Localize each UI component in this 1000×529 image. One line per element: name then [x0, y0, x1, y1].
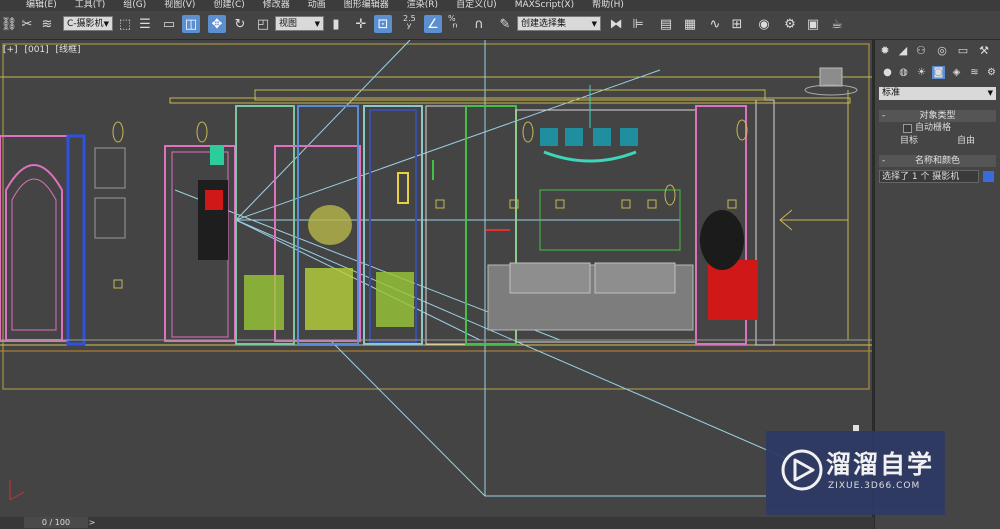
name-color-rollout: - 名称和颜色 选择了 1 个 摄影机 [879, 155, 996, 183]
menu-tools[interactable]: 工具(T) [75, 0, 106, 11]
ribbon-icon[interactable]: ▦ [681, 15, 699, 33]
autogrid-checkbox[interactable] [903, 124, 912, 133]
menu-graph-editors[interactable]: 图形编辑器 [344, 0, 389, 11]
rendered-frame-window-icon[interactable]: ▣ [804, 15, 822, 33]
reference-coordinate-dropdown[interactable]: 视图 ▼ [275, 16, 324, 31]
systems-icon[interactable]: ⚙ [985, 66, 998, 79]
watermark-url: ZIXUE.3D66.COM [828, 481, 921, 491]
main-toolbar: ⛓ ✂ ≋ C-摄影机 ▼ ⬚ ☰ ▭ ◫ ✥ ↻ ◰ 视图 ▼ ▮ ✛ ⊡ 2.5… [0, 11, 1000, 40]
geometry-icon[interactable]: ● [881, 66, 894, 79]
wireframe-scene [0, 40, 872, 501]
cameras-icon[interactable]: ◙ [932, 66, 945, 79]
object-color-swatch[interactable] [983, 171, 994, 182]
menu-animation[interactable]: 动画 [308, 0, 326, 11]
space-warps-icon[interactable]: ≋ [968, 66, 981, 79]
play-logo-icon [781, 449, 823, 491]
select-scale-icon[interactable]: ◰ [254, 15, 272, 33]
align-icon[interactable]: ⊫ [629, 15, 647, 33]
command-panel-tabs: ✹ ◢ ⚇ ◎ ▭ ⚒ [875, 40, 1000, 60]
object-type-rollout: - 对象类型 自动栅格 目标 自由 [879, 110, 996, 148]
category-dropdown[interactable]: 标准 ▼ [879, 87, 996, 100]
menu-maxscript[interactable]: MAXScript(X) [515, 0, 574, 11]
menu-create[interactable]: 创建(C) [213, 0, 244, 11]
hierarchy-tab-icon[interactable]: ⚇ [914, 43, 928, 57]
render-setup-icon[interactable]: ⚙ [781, 15, 799, 33]
object-name-input[interactable]: 选择了 1 个 摄影机 [879, 170, 979, 183]
menu-bar: 编辑(E) 工具(T) 组(G) 视图(V) 创建(C) 修改器 动画 图形编辑… [0, 0, 1000, 11]
link-icon[interactable]: ⛓ [0, 15, 18, 33]
camera-viewport[interactable]: [+] [001] [线框] [0, 40, 872, 517]
select-move-icon[interactable]: ✥ [208, 15, 226, 33]
bind-space-warp-icon[interactable]: ≋ [38, 15, 56, 33]
target-camera-button[interactable]: 目标 [883, 135, 935, 148]
pivot-center-icon[interactable]: ▮ [327, 15, 345, 33]
helpers-icon[interactable]: ◈ [950, 66, 963, 79]
menu-edit[interactable]: 编辑(E) [26, 0, 57, 11]
utilities-tab-icon[interactable]: ⚒ [977, 43, 991, 57]
spinner-snap-icon[interactable]: ∩ [470, 15, 488, 33]
menu-group[interactable]: 组(G) [123, 0, 146, 11]
window-crossing-icon[interactable]: ◫ [182, 15, 200, 33]
material-editor-icon[interactable]: ◉ [755, 15, 773, 33]
curve-editor-icon[interactable]: ∿ [706, 15, 724, 33]
layer-manager-icon[interactable]: ▤ [657, 15, 675, 33]
time-slider-next-icon[interactable]: > [88, 517, 96, 528]
autogrid-label: 自动栅格 [915, 123, 952, 133]
create-categories: ● ◍ ☀ ◙ ◈ ≋ ⚙ [875, 62, 1000, 82]
name-color-header[interactable]: - 名称和颜色 [879, 155, 996, 167]
watermark-title: 溜溜自学 [826, 450, 935, 479]
menu-views[interactable]: 视图(V) [164, 0, 195, 11]
menu-modifiers[interactable]: 修改器 [263, 0, 290, 11]
select-object-icon[interactable]: ⬚ [116, 15, 134, 33]
edit-named-selection-icon[interactable]: ✎ [496, 15, 514, 33]
keyboard-shortcut-override-icon[interactable]: ⊡ [374, 15, 392, 33]
select-by-name-icon[interactable]: ☰ [136, 15, 154, 33]
percent-snap-icon[interactable]: ⁿ [446, 19, 464, 37]
named-selection-dropdown[interactable]: 创建选择集 ▼ [517, 16, 601, 31]
selection-filter-dropdown[interactable]: C-摄影机 ▼ [63, 16, 113, 31]
shapes-icon[interactable]: ◍ [897, 66, 910, 79]
select-manipulate-icon[interactable]: ✛ [352, 15, 370, 33]
rectangular-region-icon[interactable]: ▭ [160, 15, 178, 33]
snap-toggle-icon[interactable]: ʸ [400, 19, 418, 37]
autogrid-row[interactable]: 自动栅格 [879, 122, 996, 135]
menu-customize[interactable]: 自定义(U) [456, 0, 497, 11]
object-type-header[interactable]: - 对象类型 [879, 110, 996, 122]
lights-icon[interactable]: ☀ [915, 66, 928, 79]
modify-tab-icon[interactable]: ◢ [896, 43, 910, 57]
render-production-icon[interactable]: ☕ [828, 15, 846, 33]
motion-tab-icon[interactable]: ◎ [935, 43, 949, 57]
free-camera-button[interactable]: 自由 [940, 135, 992, 148]
angle-snap-icon[interactable]: ∠ [424, 15, 442, 33]
mirror-icon[interactable]: ⧓ [607, 15, 625, 33]
create-tab-icon[interactable]: ✹ [878, 43, 892, 57]
schematic-view-icon[interactable]: ⊞ [728, 15, 746, 33]
time-slider-counter[interactable]: 0 / 100 [24, 517, 88, 528]
time-slider-bar: 0 / 100 > [0, 517, 874, 529]
menu-rendering[interactable]: 渲染(R) [407, 0, 438, 11]
watermark-logo: 溜溜自学 ZIXUE.3D66.COM [766, 431, 945, 515]
display-tab-icon[interactable]: ▭ [956, 43, 970, 57]
menu-help[interactable]: 帮助(H) [592, 0, 624, 11]
unlink-icon[interactable]: ✂ [18, 15, 36, 33]
select-rotate-icon[interactable]: ↻ [231, 15, 249, 33]
